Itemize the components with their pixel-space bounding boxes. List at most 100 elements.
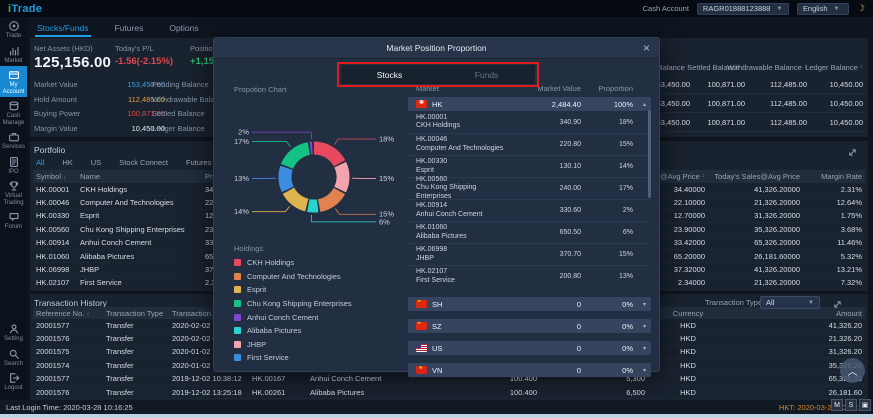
sidebar-item-label: Setting — [0, 336, 27, 343]
portfolio-cell: 35,326.20000 — [708, 225, 803, 234]
sidebar-item-logout[interactable]: Logout — [0, 369, 27, 394]
summary-row-label2: Settled Balance — [152, 109, 205, 118]
market-holding-row[interactable]: HK.00001CKH Holdings340.9018% — [408, 111, 651, 133]
portfolio-col-header[interactable]: Symbol↕ — [33, 172, 77, 181]
theme-moon-icon[interactable]: ☽ — [857, 3, 865, 14]
portfolio-tab-futures[interactable]: Futures — [186, 158, 211, 167]
transaction-type-select[interactable]: All ▼ — [760, 296, 820, 309]
market-holding-row[interactable]: HK.01060Alibaba Pictures650.506% — [408, 221, 651, 243]
tab-options[interactable]: Options — [167, 20, 200, 37]
sidebar-item-setting[interactable]: Setting — [0, 320, 27, 345]
portfolio-tab-stock-connect[interactable]: Stock Connect — [119, 158, 168, 167]
sidebar-item-forum[interactable]: Forum — [0, 208, 27, 233]
transaction-row[interactable]: 20001576Transfer2019-12-02 13:25:18HK.00… — [33, 386, 865, 399]
transaction-col-header[interactable]: Transaction Type — [103, 309, 169, 318]
portfolio-cell: 41,326.20000 — [708, 185, 803, 194]
portfolio-cell: 12.64% — [803, 198, 865, 207]
sidebar-item-label: Search — [0, 361, 27, 368]
market-holding-row[interactable]: HK.02107First Service200.8013% — [408, 265, 651, 287]
legend-item: First Service — [234, 351, 399, 365]
scroll-to-top-button[interactable]: ︿ — [840, 358, 865, 383]
chevron-icon: ▴ — [633, 101, 651, 108]
transaction-cell: 100.400 — [437, 388, 540, 397]
balance-cell: 10,450.00 — [807, 99, 863, 108]
transaction-cell: Transfer — [103, 388, 169, 397]
transaction-cell: Transfer — [103, 361, 169, 370]
market-group-sh[interactable]: SH00%▾ — [408, 297, 651, 311]
tray-icon[interactable]: ▣ — [859, 399, 871, 411]
sidebar-item-cash-manage[interactable]: Cash Manage — [0, 97, 27, 128]
market-group-vn[interactable]: VN00%▾ — [408, 363, 651, 377]
legend-item: Alibaba Pictures — [234, 324, 399, 338]
proportion-col-header: Proportion — [581, 84, 633, 93]
flag-cn-icon — [416, 322, 427, 330]
sidebar-item-label: IPO — [0, 169, 27, 176]
tab-stocks-funds[interactable]: Stocks/Funds — [35, 20, 91, 37]
market-group-sz[interactable]: SZ00%▾ — [408, 319, 651, 333]
sort-icon: ↕ — [702, 172, 705, 181]
market-group-us[interactable]: US00%▾ — [408, 341, 651, 355]
todays-pl-label: Today's P/L — [115, 44, 154, 53]
portfolio-col-header[interactable]: Today's Sales@Avg Price — [708, 172, 803, 181]
tray-icon[interactable]: M — [831, 399, 843, 411]
close-icon[interactable]: × — [643, 41, 650, 55]
sidebar-item-services[interactable]: Services — [0, 128, 27, 153]
account-select[interactable]: RAGR01888123888 ▼ — [697, 3, 789, 15]
setting-icon — [8, 323, 20, 335]
balance-col-header[interactable]: Ledger Balance↕ — [807, 63, 863, 72]
donut-percent-label: 6% — [379, 217, 390, 226]
app-logo: iTrade — [8, 3, 42, 15]
sidebar-item-virtual-trading[interactable]: Virtual Trading — [0, 177, 27, 208]
transaction-cell: 41,326.20 — [728, 321, 865, 330]
legend-swatch — [234, 354, 241, 361]
portfolio-cell: 11.46% — [803, 238, 865, 247]
language-select[interactable]: English ▼ — [797, 3, 849, 15]
transaction-col-header[interactable]: Currency — [648, 309, 728, 318]
transaction-cell: 26,181.60 — [728, 388, 865, 397]
market-group-hk[interactable]: HK2,484.40100%▴ — [408, 97, 651, 111]
refresh-icon[interactable] — [832, 297, 843, 315]
flag-hk-icon — [416, 100, 427, 108]
market-holding-row[interactable]: HK.00046Computer And Technologies220.801… — [408, 133, 651, 155]
transaction-cell: HK.00261 — [249, 388, 307, 397]
portfolio-tab-all[interactable]: All — [36, 158, 44, 167]
transaction-cell: 6,500 — [540, 388, 648, 397]
balance-col-header[interactable]: Withdrawable Balance↕ — [745, 63, 807, 72]
modal-list-scrollbar[interactable] — [648, 110, 651, 198]
todays-pl-value: -1.56(-2.15%) — [115, 56, 173, 67]
tab-futures[interactable]: Futures — [113, 20, 146, 37]
sidebar-item-my-account[interactable]: My Account — [0, 66, 27, 97]
portfolio-cell: Computer And Technologies — [77, 198, 202, 207]
portfolio-cell: Alibaba Pictures — [77, 252, 202, 261]
transaction-col-header[interactable]: Amount — [728, 309, 865, 318]
donut-percent-label: 15% — [379, 174, 394, 183]
sidebar-item-ipo[interactable]: IPO — [0, 153, 27, 178]
transaction-cell: Transfer — [103, 374, 169, 383]
refresh-icon[interactable] — [847, 145, 858, 163]
sidebar-item-trade[interactable]: Trade — [0, 17, 27, 42]
sidebar-bottom-group: Setting SearchLogout — [0, 320, 27, 394]
ipo-icon — [8, 156, 20, 168]
sidebar-item-search[interactable]: Search — [0, 345, 27, 370]
market-holding-row[interactable]: HK.06998JHBP370.7015% — [408, 243, 651, 265]
portfolio-cell: JHBP — [77, 265, 202, 274]
market-holding-row[interactable]: HK.00560Chu Kong Shipping Enterprises240… — [408, 177, 651, 199]
market-holding-row[interactable]: HK.00330Esprit130.1014% — [408, 155, 651, 177]
portfolio-cell: 65,326.20000 — [708, 238, 803, 247]
portfolio-tab-us[interactable]: US — [91, 158, 101, 167]
transaction-col-header[interactable]: Reference No.↕ — [33, 309, 103, 318]
sidebar-item-market[interactable]: Market — [0, 42, 27, 67]
donut-percent-label: 2% — [238, 128, 249, 137]
legend-item: Anhui Conch Cement — [234, 310, 399, 324]
portfolio-tab-hk[interactable]: HK — [62, 158, 72, 167]
portfolio-cell: HK.00914 — [33, 238, 77, 247]
portfolio-col-header[interactable]: Name — [77, 172, 202, 181]
legend-swatch — [234, 314, 241, 321]
portfolio-title: Portfolio — [34, 145, 65, 155]
portfolio-cell: HK.00560 — [33, 225, 77, 234]
portfolio-col-header[interactable]: Margin Rate — [803, 172, 865, 181]
market-holding-row[interactable]: HK.00914Anhui Conch Cement330.602% — [408, 199, 651, 221]
tray-icon[interactable]: S — [845, 399, 857, 411]
transaction-cell: 31,326.20 — [728, 347, 865, 356]
portfolio-cell: 2.31% — [803, 185, 865, 194]
